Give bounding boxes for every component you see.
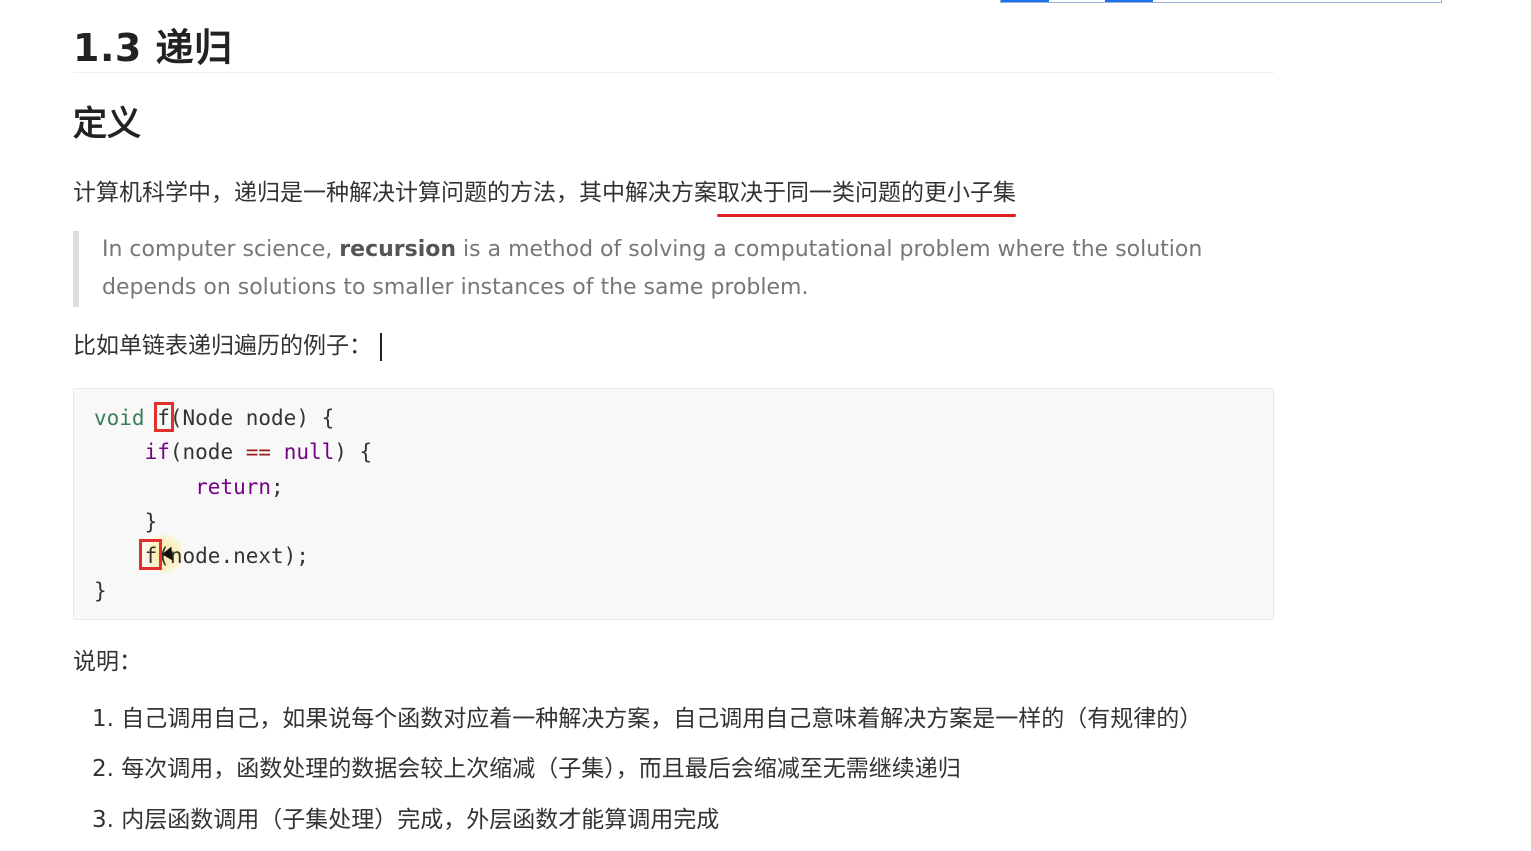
code-text: } (94, 579, 107, 603)
code-line: if(node == null) { (94, 436, 373, 468)
section-heading: 定义 (73, 104, 141, 144)
code-line: void f(Node node) { (94, 402, 334, 434)
code-keyword: if (144, 440, 170, 464)
code-text: ; (271, 475, 284, 499)
code-text: (node (169, 440, 246, 464)
code-line: } (94, 506, 158, 538)
code-text: ) { (334, 440, 373, 464)
list-item: 3. 内层函数调用（子集处理）完成，外层函数才能算调用完成 (92, 807, 720, 833)
blockquote: In computer science, recursion is a meth… (73, 231, 1273, 307)
code-operator: == (245, 440, 272, 464)
code-line: } (94, 575, 107, 607)
notes-label: 说明： (73, 649, 142, 675)
mouse-pointer-icon (161, 546, 173, 562)
top-toolbar-strip (1000, 0, 1442, 3)
definition-text: 计算机科学中，递归是一种解决计算问题的方法，其中解决方案 (73, 180, 717, 206)
quote-bold-term: recursion (339, 237, 457, 262)
title-divider (73, 72, 1274, 73)
code-text: (Node node) { (169, 406, 335, 430)
code-keyword: return (195, 475, 272, 499)
list-item: 2. 每次调用，函数处理的数据会较上次缩减（子集），而且最后会缩减至无需继续递归 (92, 756, 961, 782)
example-label: 比如单链表递归遍历的例子： (73, 333, 372, 359)
highlight-box (154, 402, 174, 432)
quote-text-start: In computer science, (102, 237, 340, 262)
code-line: return; (94, 471, 284, 503)
code-text: (node.next); (157, 544, 309, 568)
example-paragraph[interactable]: 比如单链表递归遍历的例子： (73, 330, 382, 362)
highlight-box (139, 539, 162, 570)
blockquote-bar (73, 231, 79, 307)
blockquote-text: In computer science, recursion is a meth… (102, 231, 1242, 307)
toolbar-indicator (1001, 0, 1049, 2)
code-text: } (144, 510, 158, 534)
text-caret (380, 332, 382, 361)
toolbar-indicator (1105, 0, 1153, 2)
definition-underlined-text: 取决于同一类问题的更小子集 (717, 177, 1016, 217)
code-line: f(node.next); (94, 540, 309, 572)
code-keyword: null (283, 440, 335, 464)
page-title: 1.3 递归 (73, 26, 233, 70)
code-block[interactable]: void f(Node node) { if(node == null) { r… (73, 388, 1274, 620)
definition-paragraph: 计算机科学中，递归是一种解决计算问题的方法，其中解决方案取决于同一类问题的更小子… (73, 177, 1016, 217)
code-keyword: void (94, 406, 145, 430)
list-item: 1. 自己调用自己，如果说每个函数对应着一种解决方案，自己调用自己意味着解决方案… (92, 706, 1203, 732)
